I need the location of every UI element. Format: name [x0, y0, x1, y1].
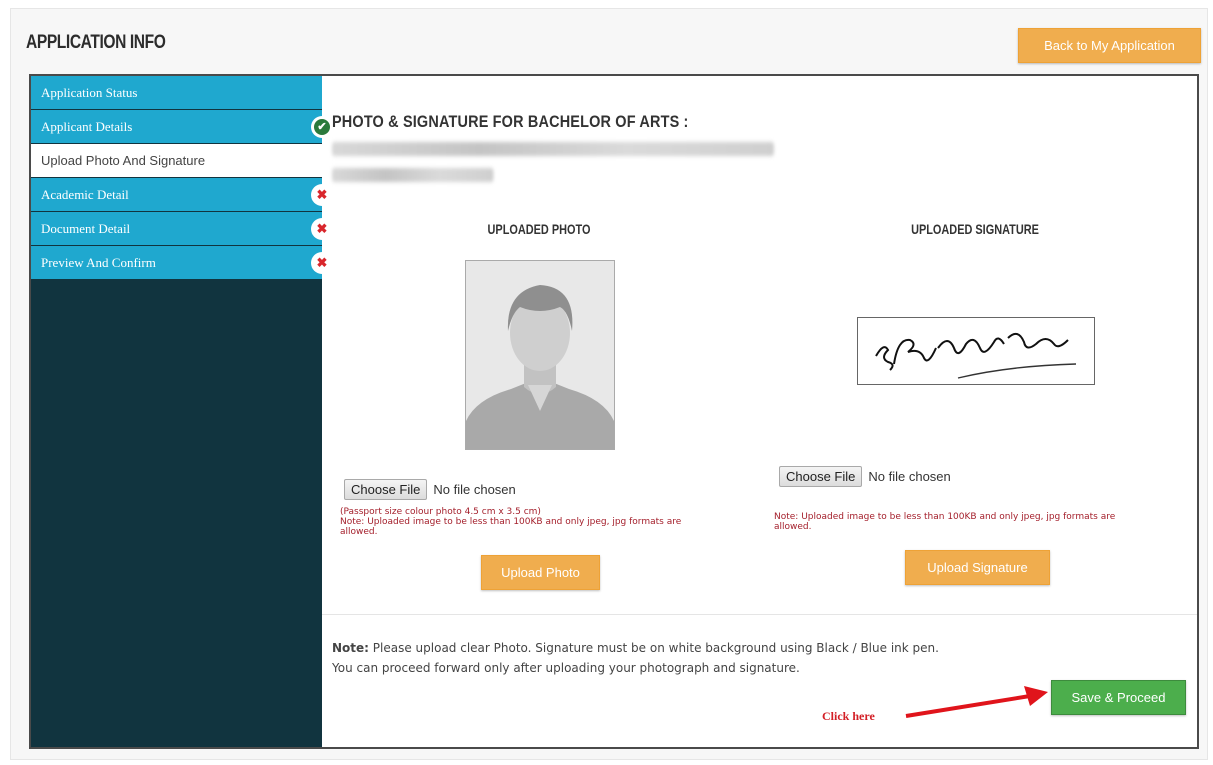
photo-file-status: No file chosen — [433, 482, 516, 497]
photo-preview — [465, 260, 615, 450]
redacted-text — [332, 167, 494, 182]
redacted-text — [332, 141, 774, 156]
photo-size-note: (Passport size colour photo 4.5 cm x 3.5… — [340, 507, 541, 517]
sidebar-item-academic-detail[interactable]: Academic Detail ✖ — [31, 178, 333, 211]
note-label: Note: — [332, 641, 369, 655]
main-content: PHOTO & SIGNATURE FOR BACHELOR OF ARTS :… — [322, 76, 1197, 747]
arrow-icon — [905, 686, 1048, 718]
click-here-annotation: Click here — [822, 709, 875, 723]
sidebar: Application Status Applicant Details ✔ U… — [31, 76, 333, 747]
photo-file-input[interactable]: Choose File No file chosen — [344, 479, 516, 500]
section-title-text: PHOTO & SIGNATURE FOR BACHELOR OF ARTS : — [332, 112, 689, 131]
signature-image-icon — [875, 332, 1077, 379]
uploaded-signature-heading: UPLOADED SIGNATURE — [911, 221, 1039, 237]
upload-photo-button[interactable]: Upload Photo — [481, 555, 600, 590]
choose-photo-file-button[interactable]: Choose File — [344, 479, 428, 500]
note-line-2: You can proceed forward only after uploa… — [332, 661, 800, 675]
note-line-1: Please upload clear Photo. Signature mus… — [368, 641, 939, 655]
page-title: APPLICATION INFO — [26, 32, 166, 53]
sidebar-item-label: Preview And Confirm — [41, 254, 156, 270]
sidebar-item-applicant-details[interactable]: Applicant Details ✔ — [31, 110, 333, 143]
choose-signature-file-button[interactable]: Choose File — [779, 466, 863, 487]
avatar-placeholder-icon — [466, 261, 614, 449]
sidebar-item-label: Applicant Details — [41, 118, 133, 134]
sidebar-item-document-detail[interactable]: Document Detail ✖ — [31, 212, 333, 245]
save-and-proceed-button[interactable]: Save & Proceed — [1051, 680, 1186, 715]
application-frame: Application Status Applicant Details ✔ U… — [29, 74, 1199, 749]
signature-file-input[interactable]: Choose File No file chosen — [779, 466, 951, 487]
sidebar-item-label: Application Status — [41, 84, 138, 100]
sidebar-item-label: Academic Detail — [41, 186, 129, 202]
photo-format-note: Note: Uploaded image to be less than 100… — [340, 517, 682, 537]
back-to-my-application-button[interactable]: Back to My Application — [1018, 28, 1201, 63]
section-title: PHOTO & SIGNATURE FOR BACHELOR OF ARTS : — [332, 109, 1012, 187]
photo-upload-note: (Passport size colour photo 4.5 cm x 3.5… — [340, 507, 720, 537]
sidebar-item-preview-and-confirm[interactable]: Preview And Confirm ✖ — [31, 246, 333, 279]
signature-upload-note: Note: Uploaded image to be less than 100… — [774, 512, 1116, 532]
upload-signature-button[interactable]: Upload Signature — [905, 550, 1050, 585]
uploaded-photo-heading: UPLOADED PHOTO — [487, 221, 591, 237]
sidebar-item-upload-photo-and-signature[interactable]: Upload Photo And Signature — [31, 144, 322, 177]
signature-preview — [857, 317, 1095, 385]
instructions-note: Note: Please upload clear Photo. Signatu… — [332, 638, 939, 678]
divider — [322, 614, 1197, 615]
sidebar-item-label: Upload Photo And Signature — [41, 153, 206, 168]
sidebar-item-application-status[interactable]: Application Status — [31, 76, 322, 109]
signature-file-status: No file chosen — [868, 469, 951, 484]
sidebar-item-label: Document Detail — [41, 220, 131, 236]
